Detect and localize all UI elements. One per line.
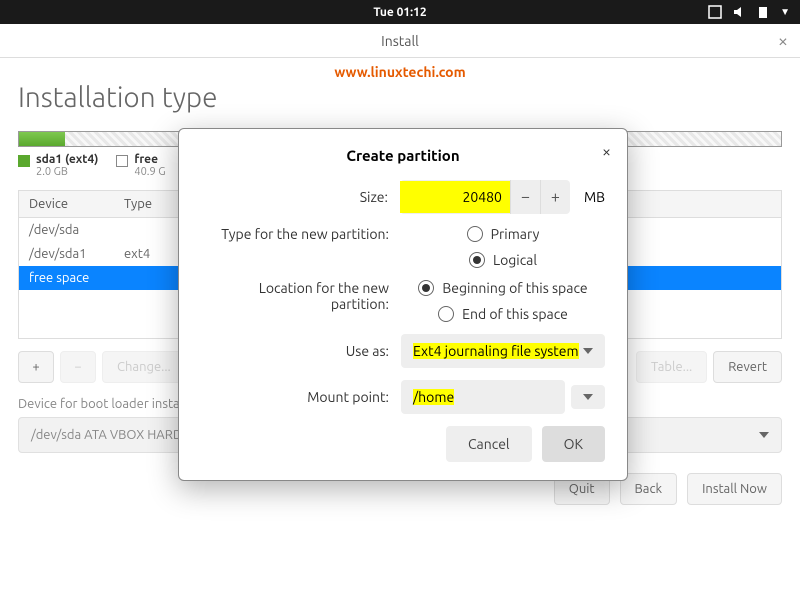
size-spinner[interactable]: − +: [400, 180, 570, 214]
radio-icon: [418, 280, 434, 296]
th-device[interactable]: Device: [19, 191, 114, 217]
size-unit: MB: [584, 189, 605, 205]
window-titlebar: Install ×: [0, 24, 800, 58]
radio-primary-label: Primary: [491, 226, 540, 242]
window-title: Install: [381, 33, 419, 49]
radio-primary[interactable]: Primary: [467, 226, 540, 242]
radio-icon: [467, 226, 483, 242]
use-as-label: Use as:: [201, 343, 401, 359]
radio-logical[interactable]: Logical: [469, 252, 537, 268]
swatch-green: [18, 155, 30, 167]
type-label: Type for the new partition:: [201, 226, 401, 242]
dialog-close-icon[interactable]: ×: [602, 143, 611, 161]
legend-free-label: free: [134, 153, 165, 166]
close-icon[interactable]: ×: [778, 31, 788, 51]
system-tray[interactable]: ▼: [708, 5, 790, 19]
legend-sda1-label: sda1 (ext4): [36, 153, 98, 166]
size-increment[interactable]: +: [540, 180, 570, 214]
mount-point-dropdown[interactable]: [571, 385, 605, 409]
size-label: Size:: [201, 189, 400, 205]
cell-type: [114, 218, 169, 242]
cancel-button[interactable]: Cancel: [446, 426, 532, 462]
mount-point-input[interactable]: /home: [401, 380, 565, 414]
clock: Tue 01:12: [373, 6, 426, 19]
radio-icon: [438, 306, 454, 322]
ok-button[interactable]: OK: [542, 426, 605, 462]
volume-icon[interactable]: [732, 5, 746, 19]
size-decrement[interactable]: −: [510, 180, 540, 214]
page-title: Installation type: [18, 82, 782, 113]
install-now-button[interactable]: Install Now: [687, 473, 782, 505]
swatch-empty: [116, 155, 128, 167]
cell-device: free space: [19, 266, 114, 290]
back-button[interactable]: Back: [620, 473, 678, 505]
use-as-value: Ext4 journaling file system: [413, 343, 579, 359]
legend-free: free 40.9 G: [116, 153, 165, 178]
legend-sda1: sda1 (ext4) 2.0 GB: [18, 153, 98, 178]
new-table-button[interactable]: Table...: [636, 351, 707, 383]
dialog-title: Create partition: [201, 147, 605, 164]
cell-device: /dev/sda1: [19, 242, 114, 266]
chevron-down-icon: [583, 348, 593, 354]
mount-point-value: /home: [413, 389, 454, 405]
add-partition-button[interactable]: +: [18, 351, 54, 383]
network-icon[interactable]: [708, 5, 722, 19]
size-input[interactable]: [400, 181, 510, 213]
chevron-down-icon: [759, 432, 769, 438]
radio-end[interactable]: End of this space: [438, 306, 568, 322]
radio-beginning[interactable]: Beginning of this space: [418, 280, 587, 296]
radio-icon: [469, 252, 485, 268]
th-type[interactable]: Type: [114, 191, 169, 217]
cell-type: [114, 266, 169, 290]
cell-type: ext4: [114, 242, 169, 266]
mount-point-label: Mount point:: [201, 389, 401, 405]
system-topbar: Tue 01:12 ▼: [0, 0, 800, 24]
radio-beginning-label: Beginning of this space: [442, 280, 587, 296]
create-partition-dialog: Create partition × Size: − + MB Type for…: [178, 128, 628, 481]
revert-button[interactable]: Revert: [713, 351, 782, 383]
chevron-down-icon[interactable]: ▼: [780, 6, 790, 18]
location-label: Location for the new partition:: [201, 280, 401, 312]
battery-icon[interactable]: [756, 5, 770, 19]
disk-segment-sda1: [19, 132, 65, 146]
cell-device: /dev/sda: [19, 218, 114, 242]
use-as-select[interactable]: Ext4 journaling file system: [401, 334, 605, 368]
watermark: www.linuxtechi.com: [0, 58, 800, 82]
remove-partition-button[interactable]: −: [60, 351, 96, 383]
legend-free-size: 40.9 G: [134, 166, 165, 178]
change-partition-button[interactable]: Change...: [102, 351, 186, 383]
legend-sda1-size: 2.0 GB: [36, 166, 98, 178]
chevron-down-icon: [583, 394, 593, 400]
radio-end-label: End of this space: [462, 306, 568, 322]
radio-logical-label: Logical: [493, 252, 537, 268]
